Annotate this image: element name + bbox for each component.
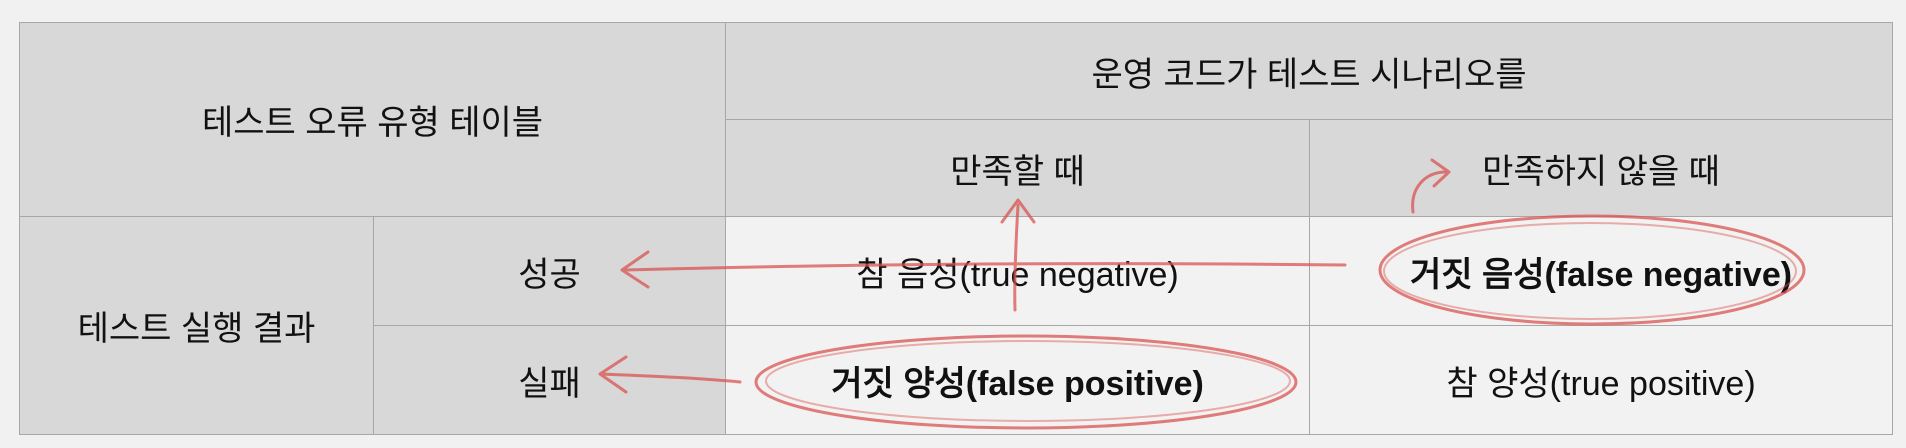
row-success: 테스트 실행 결과 성공 참 음성(true negative) 거짓 음성(f… — [19, 216, 1894, 435]
table-title: 테스트 오류 유형 테이블 — [18, 22, 727, 217]
test-error-type-table: 테스트 오류 유형 테이블 운영 코드가 테스트 시나리오를 만족할 때 만족하… — [18, 22, 1894, 435]
error-type-diagram: 테스트 오류 유형 테이블 운영 코드가 테스트 시나리오를 만족할 때 만족하… — [0, 0, 1906, 448]
column-header-satisfied: 만족할 때 — [725, 119, 1311, 217]
cell-true-positive: 참 양성(true positive) — [1309, 325, 1894, 435]
header-row-1: 테스트 오류 유형 테이블 운영 코드가 테스트 시나리오를 — [18, 22, 1894, 217]
column-header-not-satisfied: 만족하지 않을 때 — [1309, 119, 1894, 217]
cell-false-negative: 거짓 음성(false negative) — [1309, 216, 1894, 326]
cell-true-negative: 참 음성(true negative) — [725, 216, 1311, 326]
row-group-header: 테스트 실행 결과 — [19, 216, 374, 435]
cell-false-positive: 거짓 양성(false positive) — [725, 325, 1311, 435]
column-group-header: 운영 코드가 테스트 시나리오를 — [725, 22, 1894, 120]
row-label-failure: 실패 — [372, 325, 727, 435]
row-label-success: 성공 — [372, 216, 727, 326]
